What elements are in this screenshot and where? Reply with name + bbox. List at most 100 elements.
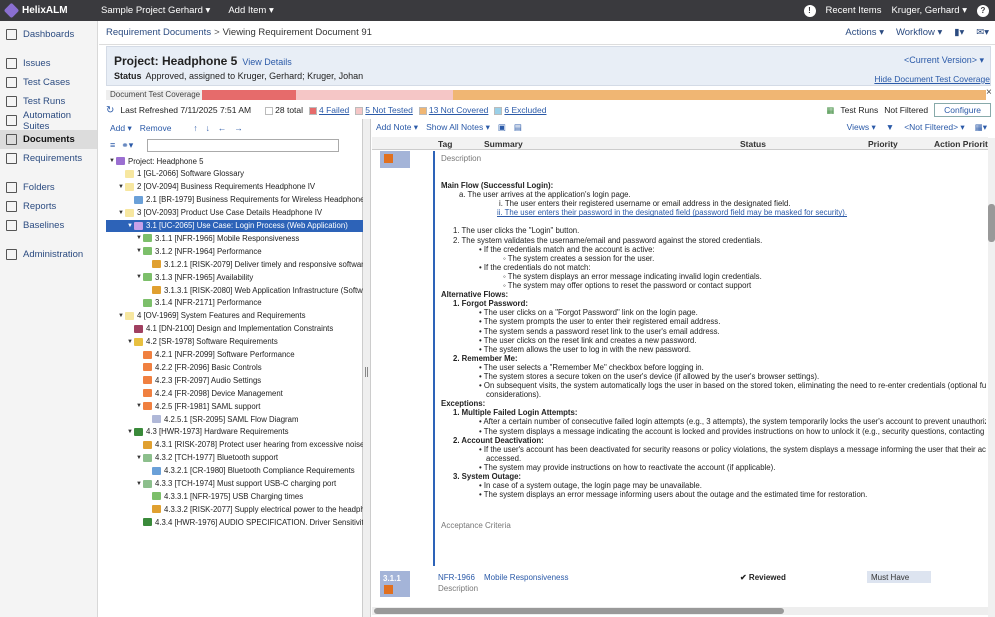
outdent-icon[interactable]: ← — [218, 123, 227, 133]
expand-toggle-icon[interactable]: ▼ — [108, 158, 116, 164]
tree-node[interactable]: ▼ 3.1.2 [NFR-1964] Performance — [106, 245, 363, 257]
column-action-priority[interactable]: Action Priority (RPN) — [934, 139, 995, 149]
nav-requirements[interactable]: Requirements — [0, 149, 97, 168]
expand-collapse-icon[interactable]: ≡ — [110, 140, 115, 150]
workflow-menu[interactable]: Workflow ▾ — [896, 27, 942, 38]
nav-test-runs[interactable]: Test Runs — [0, 92, 97, 111]
tree-node[interactable]: ▼ Project: Headphone 5 — [106, 155, 363, 167]
show-all-notes-menu[interactable]: Show All Notes ▾ — [426, 122, 490, 133]
expand-toggle-icon[interactable]: ▼ — [126, 429, 134, 435]
requirement-description[interactable]: Description Main Flow (Successful Login)… — [433, 151, 988, 566]
view-details-link[interactable]: View Details — [242, 57, 291, 67]
expand-toggle-icon[interactable]: ▼ — [117, 210, 125, 216]
tree-node[interactable]: 4.3.4 [HWR-1976] AUDIO SPECIFICATION. Dr… — [106, 516, 363, 528]
expand-toggle-icon[interactable]: ▼ — [126, 339, 134, 345]
nav-dashboards[interactable]: Dashboards — [0, 25, 97, 44]
expand-toggle-icon[interactable]: ▼ — [117, 313, 125, 319]
nav-test-cases[interactable]: Test Cases — [0, 73, 97, 92]
add-item-menu[interactable]: Add Item ▾ — [219, 5, 282, 16]
move-down-icon[interactable]: ↓ — [206, 123, 210, 133]
tree-node[interactable]: 2.1 [BR-1979] Business Requirements for … — [106, 194, 363, 206]
project-menu[interactable]: Sample Project Gerhard ▾ — [92, 5, 219, 16]
actions-menu[interactable]: Actions ▾ — [845, 27, 884, 38]
nav-issues[interactable]: Issues — [0, 54, 97, 73]
vertical-scrollbar[interactable] — [988, 138, 995, 617]
close-icon[interactable]: × — [986, 87, 992, 98]
column-summary[interactable]: Summary — [484, 139, 523, 149]
tree-node[interactable]: ▼ 4 [OV-1969] System Features and Require… — [106, 310, 363, 322]
excluded-link[interactable]: 6 Excluded — [504, 105, 546, 115]
tree-node[interactable]: ▼ 3.1.3 [NFR-1965] Availability — [106, 271, 363, 283]
export-icon[interactable]: ▣ — [498, 122, 506, 133]
refresh-icon[interactable]: ↻ — [106, 105, 114, 116]
nav-documents[interactable]: Documents — [0, 130, 97, 149]
tree-node[interactable]: ▼ 4.3.2 [TCH-1977] Bluetooth support — [106, 452, 363, 464]
tree-node[interactable]: 4.2.1 [NFR-2099] Software Performance — [106, 349, 363, 361]
recent-items-menu[interactable]: Recent Items — [826, 5, 882, 16]
coverage-not-covered-segment[interactable] — [452, 90, 986, 100]
row-summary[interactable]: Mobile Responsiveness — [484, 573, 569, 582]
expand-toggle-icon[interactable]: ▼ — [135, 248, 143, 254]
expand-toggle-icon[interactable]: ▼ — [135, 455, 143, 461]
nav-administration[interactable]: Administration — [0, 245, 97, 264]
add-note-menu[interactable]: Add Note ▾ — [376, 122, 418, 133]
expand-toggle-icon[interactable]: ▼ — [117, 184, 125, 190]
tree-node[interactable]: ▼ 4.2.5 [FR-1981] SAML support — [106, 400, 363, 412]
user-menu[interactable]: Kruger, Gerhard ▾ — [891, 5, 967, 16]
move-up-icon[interactable]: ↑ — [193, 123, 197, 133]
mail-icon[interactable]: ✉▾ — [976, 27, 989, 38]
tree-node[interactable]: 4.2.5.1 [SR-2095] SAML Flow Diagram — [106, 413, 363, 425]
expand-toggle-icon[interactable]: ▼ — [135, 403, 143, 409]
row-number-cell[interactable]: 3.1.1 — [380, 571, 410, 597]
not-covered-link[interactable]: 13 Not Covered — [429, 105, 489, 115]
tree-node[interactable]: 4.3.3.1 [NFR-1975] USB Charging times — [106, 490, 363, 502]
notification-icon[interactable]: ! — [803, 4, 816, 17]
tree-node[interactable]: ▼ 3 [OV-2093] Product Use Case Details He… — [106, 207, 363, 219]
app-logo[interactable]: HelixALM — [0, 2, 92, 19]
tree-node[interactable]: ▼ 2 [OV-2094] Business Requirements Headp… — [106, 181, 363, 193]
tree-node[interactable]: ▼ 4.3.3 [TCH-1974] Must support USB-C cha… — [106, 478, 363, 490]
tree-node[interactable]: 3.1.2.1 [RISK-2079] Deliver timely and r… — [106, 258, 363, 270]
nav-reports[interactable]: Reports — [0, 197, 97, 216]
tree-node[interactable]: ▼ 4.2 [SR-1978] Software Requirements — [106, 336, 363, 348]
column-priority[interactable]: Priority — [868, 139, 898, 149]
hide-coverage-link[interactable]: Hide Document Test Coverage — [874, 74, 990, 84]
nav-folders[interactable]: Folders — [0, 178, 97, 197]
scroll-thumb[interactable] — [988, 204, 995, 242]
print-icon[interactable]: ▤ — [514, 122, 522, 133]
tree-node[interactable]: 4.3.3.2 [RISK-2077] Supply electrical po… — [106, 503, 363, 515]
coverage-failed-segment[interactable] — [202, 90, 297, 100]
tree-node[interactable]: ▼ 3.1 [UC-2065] Use Case: Login Process (… — [106, 219, 363, 232]
expand-toggle-icon[interactable]: ▼ — [126, 223, 134, 229]
configure-button[interactable]: Configure — [934, 103, 991, 117]
not-tested-link[interactable]: 5 Not Tested — [365, 105, 413, 115]
views-menu[interactable]: Views ▾ — [847, 122, 876, 133]
tree-node[interactable]: 4.2.3 [FR-2097] Audio Settings — [106, 374, 363, 386]
tree-node[interactable]: 4.1 [DN-2100] Design and Implementation … — [106, 323, 363, 335]
nav-automation-suites[interactable]: Automation Suites — [0, 110, 97, 132]
version-select[interactable]: <Current Version> ▾ — [904, 55, 984, 66]
filter-icon[interactable]: ▼ — [886, 122, 894, 133]
tree-node[interactable]: 4.3.1 [RISK-2078] Protect user hearing f… — [106, 439, 363, 451]
link-icon[interactable]: ⚭▾ — [121, 140, 133, 151]
row-tag[interactable]: NFR-1966 — [438, 573, 475, 582]
indent-icon[interactable]: → — [234, 123, 243, 133]
chart-icon[interactable]: ▮▾ — [954, 27, 964, 38]
failed-link[interactable]: 4 Failed — [319, 105, 349, 115]
coverage-not-tested-segment[interactable] — [296, 90, 453, 100]
help-icon[interactable]: ? — [977, 4, 989, 17]
tree-node[interactable]: 3.1.3.1 [RISK-2080] Web Application Infr… — [106, 284, 363, 296]
tree-node[interactable]: 4.2.4 [FR-2098] Device Management — [106, 387, 363, 399]
remove-button[interactable]: Remove — [140, 123, 172, 133]
expand-toggle-icon[interactable]: ▼ — [135, 274, 143, 280]
column-tag[interactable]: Tag — [438, 139, 452, 149]
expand-toggle-icon[interactable]: ▼ — [135, 481, 143, 487]
table-row[interactable]: 3.1.1 NFR-1966 Mobile Responsiveness ✔ R… — [380, 571, 990, 597]
column-status[interactable]: Status — [740, 139, 766, 149]
tree-node[interactable]: 4.2.2 [FR-2096] Basic Controls — [106, 361, 363, 373]
panel-splitter[interactable] — [363, 119, 371, 617]
tree-node[interactable]: ▼ 4.3 [HWR-1973] Hardware Requirements — [106, 426, 363, 438]
tree-node[interactable]: 4.3.2.1 [CR-1980] Bluetooth Compliance R… — [106, 465, 363, 477]
horizontal-scrollbar[interactable] — [372, 607, 988, 615]
nav-baselines[interactable]: Baselines — [0, 216, 97, 235]
